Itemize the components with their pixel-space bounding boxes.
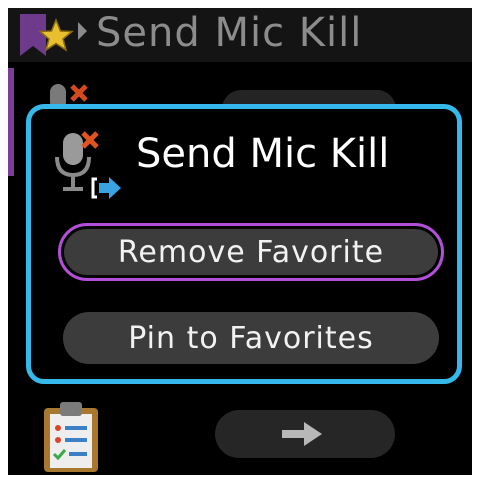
breadcrumb-chevron-icon (78, 22, 87, 40)
remove-favorite-label: Remove Favorite (117, 234, 385, 270)
mic-kill-send-icon (55, 131, 121, 199)
clipboard-checklist-icon (44, 402, 98, 472)
favorites-star-icon (20, 14, 74, 56)
page-title: Send Mic Kill (96, 10, 363, 56)
header-bar: Send Mic Kill (8, 8, 472, 62)
scroll-indicator (8, 68, 14, 176)
remove-favorite-button[interactable]: Remove Favorite (58, 223, 444, 281)
popup-title: Send Mic Kill (136, 131, 390, 177)
pin-to-favorites-button[interactable]: Pin to Favorites (63, 312, 439, 364)
pin-to-favorites-label: Pin to Favorites (128, 320, 374, 356)
action-popup: Send Mic Kill Remove Favorite Pin to Fav… (26, 104, 462, 384)
device-screen: Send Mic Kill Send Mic Kill Remove Favor… (8, 8, 472, 475)
arrow-right-icon (282, 422, 322, 446)
